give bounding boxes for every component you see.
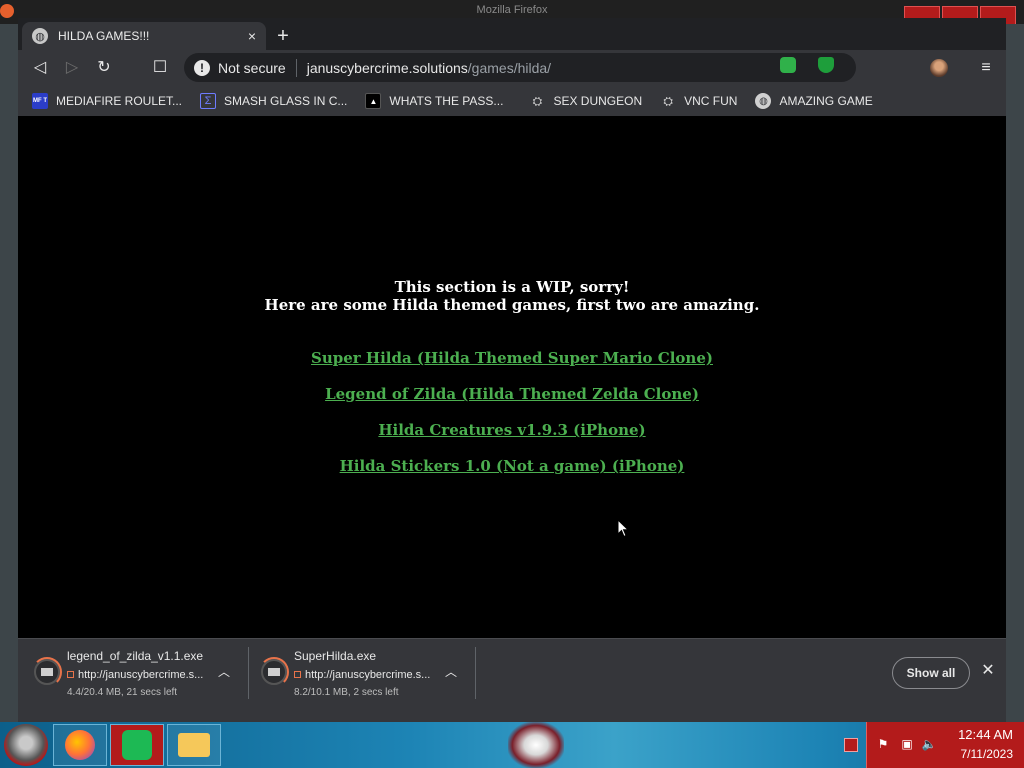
download-item[interactable]: SuperHilda.exe http://januscybercrime.s.… [245, 639, 471, 707]
link-hilda-creatures[interactable]: Hilda Creatures v1.9.3 (iPhone) [18, 421, 1006, 439]
desktop-mascot-image [508, 722, 564, 768]
bookmarks-bar: MF T MEDIAFIRE ROULET... Σ SMASH GLASS I… [18, 86, 1006, 116]
vnc-icon: ⛭ [663, 93, 673, 108]
download-source: http://januscybercrime.s... [67, 669, 203, 681]
dungeon-icon: ⛭ [532, 93, 543, 108]
insecure-icon [67, 671, 74, 678]
download-progress-ring [32, 657, 62, 687]
bookmark-mediafire[interactable]: MF T MEDIAFIRE ROULET... [32, 93, 182, 109]
clock-time[interactable]: 12:44 AM [953, 727, 1013, 742]
bookmark-label: AMAZING GAME [779, 94, 873, 108]
download-source: http://januscybercrime.s... [294, 669, 430, 681]
tab-hilda-games[interactable]: ◍ HILDA GAMES!!! × [22, 22, 266, 50]
firefox-icon [65, 730, 95, 760]
link-super-hilda[interactable]: Super Hilda (Hilda Themed Super Mario Cl… [18, 349, 1006, 367]
address-bar[interactable]: ! Not secure januscybercrime.solutions /… [184, 53, 856, 82]
download-status: 8.2/10.1 MB, 2 secs left [294, 687, 399, 698]
flag-icon[interactable]: ⚑ [875, 737, 891, 751]
security-status[interactable]: Not secure [218, 60, 286, 76]
tab-strip: ◍ HILDA GAMES!!! × + [18, 18, 1006, 50]
url-host[interactable]: januscybercrime.solutions [307, 60, 468, 76]
bookmark-label: SEX DUNGEON [553, 94, 643, 108]
smash-icon: Σ [200, 93, 217, 109]
browser-menu-button[interactable]: ≡ [974, 56, 998, 80]
taskbar: ⚑ ▣ 🔈 12:44 AM 7/11/2023 [0, 722, 1024, 768]
clock-date[interactable]: 7/11/2023 [945, 747, 1014, 761]
link-legend-of-zilda[interactable]: Legend of Zilda (Hilda Themed Zelda Clon… [18, 385, 1006, 403]
bookmark-vnc-fun[interactable]: ⛭ VNC FUN [660, 93, 737, 109]
shield-extension-icon[interactable] [818, 57, 834, 73]
back-button[interactable]: ◁ [28, 56, 52, 80]
close-downloads-bar-icon[interactable]: ✕ [978, 661, 998, 681]
volume-icon[interactable]: 🔈 [921, 737, 937, 751]
page-content: This section is a WIP, sorry! Here are s… [18, 116, 1006, 638]
download-status: 4.4/20.4 MB, 21 secs left [67, 687, 178, 698]
browser-toolbar: ◁ ▷ ↻ ☐ ! Not secure januscybercrime.sol… [18, 50, 1006, 86]
bookmark-sex-dungeon[interactable]: ⛭ SEX DUNGEON [529, 93, 643, 109]
bookmark-smash-glass[interactable]: Σ SMASH GLASS IN C... [200, 93, 347, 109]
taskbar-file-explorer[interactable] [167, 724, 221, 766]
tab-title: HILDA GAMES!!! [58, 29, 150, 43]
whats-icon: ▲ [365, 93, 382, 109]
info-warning-icon[interactable]: ! [194, 59, 210, 76]
omnibox-divider [295, 58, 297, 77]
chevron-up-icon[interactable]: ︿ [218, 663, 230, 680]
browser-window: ◍ HILDA GAMES!!! × + ◁ ▷ ↻ ☐ ! Not secur… [18, 18, 1006, 722]
bookmark-whats-the-pass[interactable]: ▲ WHATS THE PASS... [365, 93, 503, 109]
games-list: Super Hilda (Hilda Themed Super Mario Cl… [18, 349, 1006, 493]
bookmark-page-button[interactable]: ☐ [148, 56, 172, 80]
download-filename: SuperHilda.exe [294, 649, 377, 663]
bookmark-label: VNC FUN [684, 94, 738, 108]
show-all-downloads-button[interactable]: Show all [892, 657, 970, 689]
globe-icon: ◍ [755, 93, 772, 109]
mediafire-icon: MF T [32, 93, 48, 109]
profile-avatar[interactable] [930, 59, 948, 77]
chat-extension-icon[interactable] [780, 57, 796, 73]
taskbar-firefox[interactable] [53, 724, 107, 766]
downloads-bar: legend_of_zilda_v1.1.exe http://januscyb… [18, 638, 1006, 722]
mouse-cursor-icon [617, 519, 629, 538]
system-tray: ⚑ ▣ 🔈 12:44 AM 7/11/2023 [866, 722, 1024, 768]
download-item[interactable]: legend_of_zilda_v1.1.exe http://januscyb… [18, 639, 244, 707]
desktop-left-edge [0, 24, 18, 722]
network-icon[interactable]: ▣ [899, 737, 915, 751]
download-divider [475, 647, 476, 699]
url-path[interactable]: /games/hilda/ [468, 60, 551, 76]
forward-button[interactable]: ▷ [60, 56, 84, 80]
background-window-title: Mozilla Firefox [476, 4, 548, 16]
new-tab-button[interactable]: + [270, 23, 296, 49]
globe-icon: ◍ [32, 28, 48, 44]
taskbar-chat-app[interactable] [110, 724, 164, 766]
wip-line-1: This section is a WIP, sorry! [394, 278, 630, 296]
start-button[interactable] [4, 724, 48, 766]
wip-notice: This section is a WIP, sorry! Here are s… [18, 278, 1006, 314]
chat-app-icon [122, 730, 152, 760]
download-progress-ring [259, 657, 289, 687]
bookmark-amazing-game[interactable]: ◍ AMAZING GAME [755, 93, 873, 109]
download-filename: legend_of_zilda_v1.1.exe [67, 649, 204, 663]
chevron-up-icon[interactable]: ︿ [445, 663, 457, 680]
tab-close-icon[interactable]: × [248, 28, 256, 44]
insecure-icon [294, 671, 301, 678]
folder-icon [178, 733, 210, 757]
reload-button[interactable]: ↻ [92, 56, 116, 80]
bookmark-label: MEDIAFIRE ROULET... [56, 94, 183, 108]
bookmark-label: WHATS THE PASS... [389, 94, 504, 108]
desktop-right-edge [1006, 24, 1024, 722]
bookmark-label: SMASH GLASS IN C... [224, 94, 348, 108]
tray-overflow-icon[interactable] [844, 738, 858, 752]
link-hilda-stickers[interactable]: Hilda Stickers 1.0 (Not a game) (iPhone) [18, 457, 1006, 475]
wip-line-2: Here are some Hilda themed games, first … [264, 296, 760, 314]
